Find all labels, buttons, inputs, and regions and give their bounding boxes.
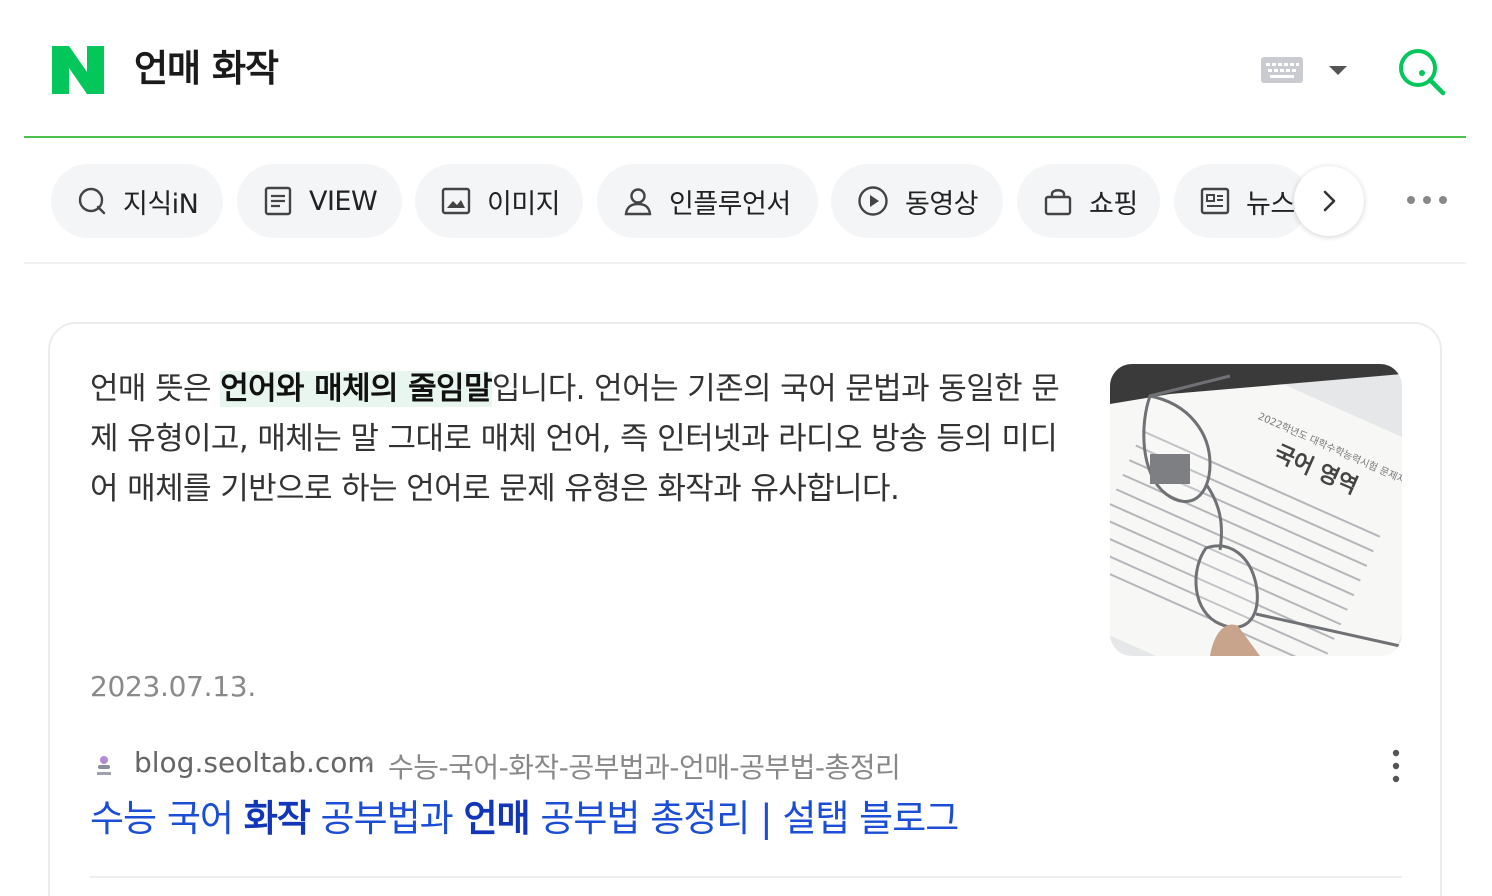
naver-logo[interactable]: [52, 46, 104, 94]
tab-influencer[interactable]: 인플루언서: [597, 164, 818, 238]
tab-kin[interactable]: 지식iN: [51, 164, 223, 238]
search-query[interactable]: 언매 화작: [134, 44, 279, 94]
play-icon: [858, 186, 888, 216]
tab-video[interactable]: 동영상: [831, 164, 1003, 238]
search-icon[interactable]: [1396, 46, 1448, 98]
document-icon: [264, 186, 292, 216]
tab-image[interactable]: 이미지: [415, 164, 583, 238]
tab-label: 뉴스: [1246, 188, 1295, 220]
tabs-next-button[interactable]: [1294, 166, 1364, 236]
blog-favicon: [97, 756, 111, 775]
tab-view[interactable]: VIEW: [237, 164, 402, 238]
more-vertical-icon[interactable]: [1384, 748, 1408, 784]
title-text: 공부법 총정리 | 설탭 블로그: [529, 797, 959, 840]
divider: [90, 876, 1402, 878]
snippet-text: 언매 뜻은: [90, 371, 221, 407]
tab-label: 지식iN: [123, 188, 199, 220]
breadcrumb-separator: ›: [364, 746, 375, 776]
answer-snippet: 언매 뜻은 언어와 매체의 줄임말입니다. 언어는 기존의 국어 문법과 동일한…: [90, 364, 1080, 514]
tab-label: 이미지: [487, 188, 561, 220]
title-text: 수능 국어: [90, 797, 244, 840]
tab-label: 쇼핑: [1089, 188, 1138, 220]
search-header: 언매 화작: [24, 0, 1466, 138]
tab-shopping[interactable]: 쇼핑: [1017, 164, 1160, 238]
tab-label: VIEW: [309, 185, 378, 217]
category-tabs: 지식iN VIEW 이미지 인플루언서 동영상 쇼핑 뉴스: [24, 138, 1466, 264]
search-q-icon: [78, 187, 106, 215]
title-text: 공부법과: [309, 797, 464, 840]
answer-card: 언매 뜻은 언어와 매체의 줄임말입니다. 언어는 기존의 국어 문법과 동일한…: [48, 322, 1442, 896]
result-title-link[interactable]: 수능 국어 화작 공부법과 언매 공부법 총정리 | 설탭 블로그: [90, 794, 959, 844]
result-thumbnail[interactable]: 2022학년도 대학수학능력시험 문제지 국어 영역: [1110, 364, 1402, 656]
title-keyword: 화작: [243, 797, 311, 840]
thumbnail-image: 2022학년도 대학수학능력시험 문제지 국어 영역: [1110, 364, 1402, 656]
tab-news[interactable]: 뉴스: [1174, 164, 1309, 238]
tab-label: 인플루언서: [669, 188, 791, 220]
result-date: 2023.07.13.: [90, 670, 256, 703]
source-host-link[interactable]: blog.seoltab.com: [134, 746, 375, 779]
news-icon: [1200, 187, 1230, 215]
image-icon: [441, 187, 471, 215]
title-keyword: 언매: [463, 797, 530, 840]
caret-down-icon[interactable]: [1326, 62, 1350, 78]
more-horizontal-icon[interactable]: [1404, 190, 1450, 210]
person-icon: [624, 188, 652, 216]
snippet-highlight: 언어와 매체의 줄임말: [220, 371, 492, 407]
source-path: 수능-국어-화작-공부법과-언매-공부법-총정리: [388, 751, 901, 784]
tab-label: 동영상: [905, 188, 979, 220]
bag-icon: [1044, 189, 1072, 216]
keyboard-icon[interactable]: [1260, 56, 1304, 84]
chevron-right-icon: [1323, 190, 1336, 212]
